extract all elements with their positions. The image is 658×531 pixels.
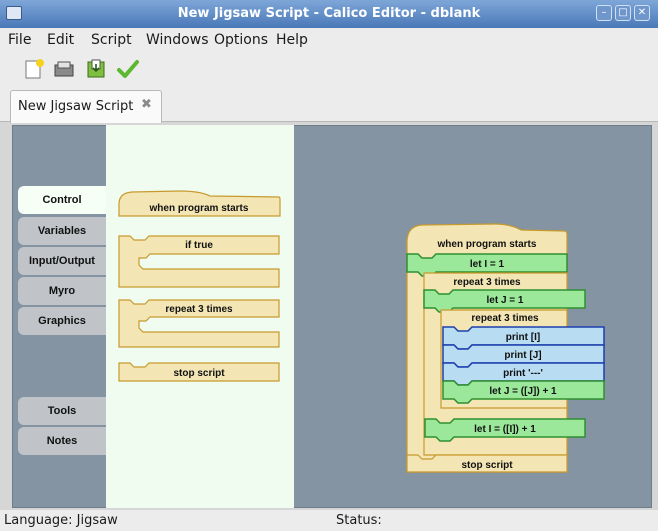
- status-label: Status:: [336, 513, 382, 528]
- script-let-j-inc-label: let J = ([J]) + 1: [489, 386, 557, 397]
- script-stop-label: stop script: [461, 460, 513, 471]
- script-let-j-block[interactable]: let J = 1: [423, 289, 586, 313]
- palette-when-start-label: when program starts: [149, 203, 249, 214]
- script-let-i-inc-label: let I = ([I]) + 1: [474, 424, 536, 435]
- palette-if-label: if true: [185, 240, 213, 251]
- script-print-i-label: print [I]: [506, 332, 540, 343]
- palette-block-stop[interactable]: stop script: [118, 362, 280, 382]
- script-let-j-label: let J = 1: [487, 295, 524, 306]
- script-let-j-inc-block[interactable]: let J = ([J]) + 1: [442, 380, 605, 404]
- palette-block-repeat[interactable]: repeat 3 times: [118, 299, 280, 348]
- script-repeat-outer-label: repeat 3 times: [453, 277, 521, 288]
- palette-repeat-label: repeat 3 times: [165, 304, 233, 315]
- palette-block-if[interactable]: if true: [118, 235, 280, 288]
- status-language: Language: Jigsaw: [4, 513, 118, 528]
- script-let-i-label: let I = 1: [470, 259, 505, 270]
- script-let-i-inc-block[interactable]: let I = ([I]) + 1: [424, 418, 586, 442]
- status-bar: Language: Jigsaw Status:: [0, 510, 658, 531]
- script-print-j-label: print [J]: [504, 350, 541, 361]
- palette-block-when-start[interactable]: when program starts: [118, 190, 281, 217]
- script-when-start-label: when program starts: [437, 239, 537, 250]
- palette-stop-label: stop script: [173, 368, 225, 379]
- blocks-layer: when program starts if true repeat 3 tim…: [118, 190, 605, 473]
- script-repeat-inner-label: repeat 3 times: [471, 313, 539, 324]
- script-print-dash-label: print '---': [503, 368, 543, 379]
